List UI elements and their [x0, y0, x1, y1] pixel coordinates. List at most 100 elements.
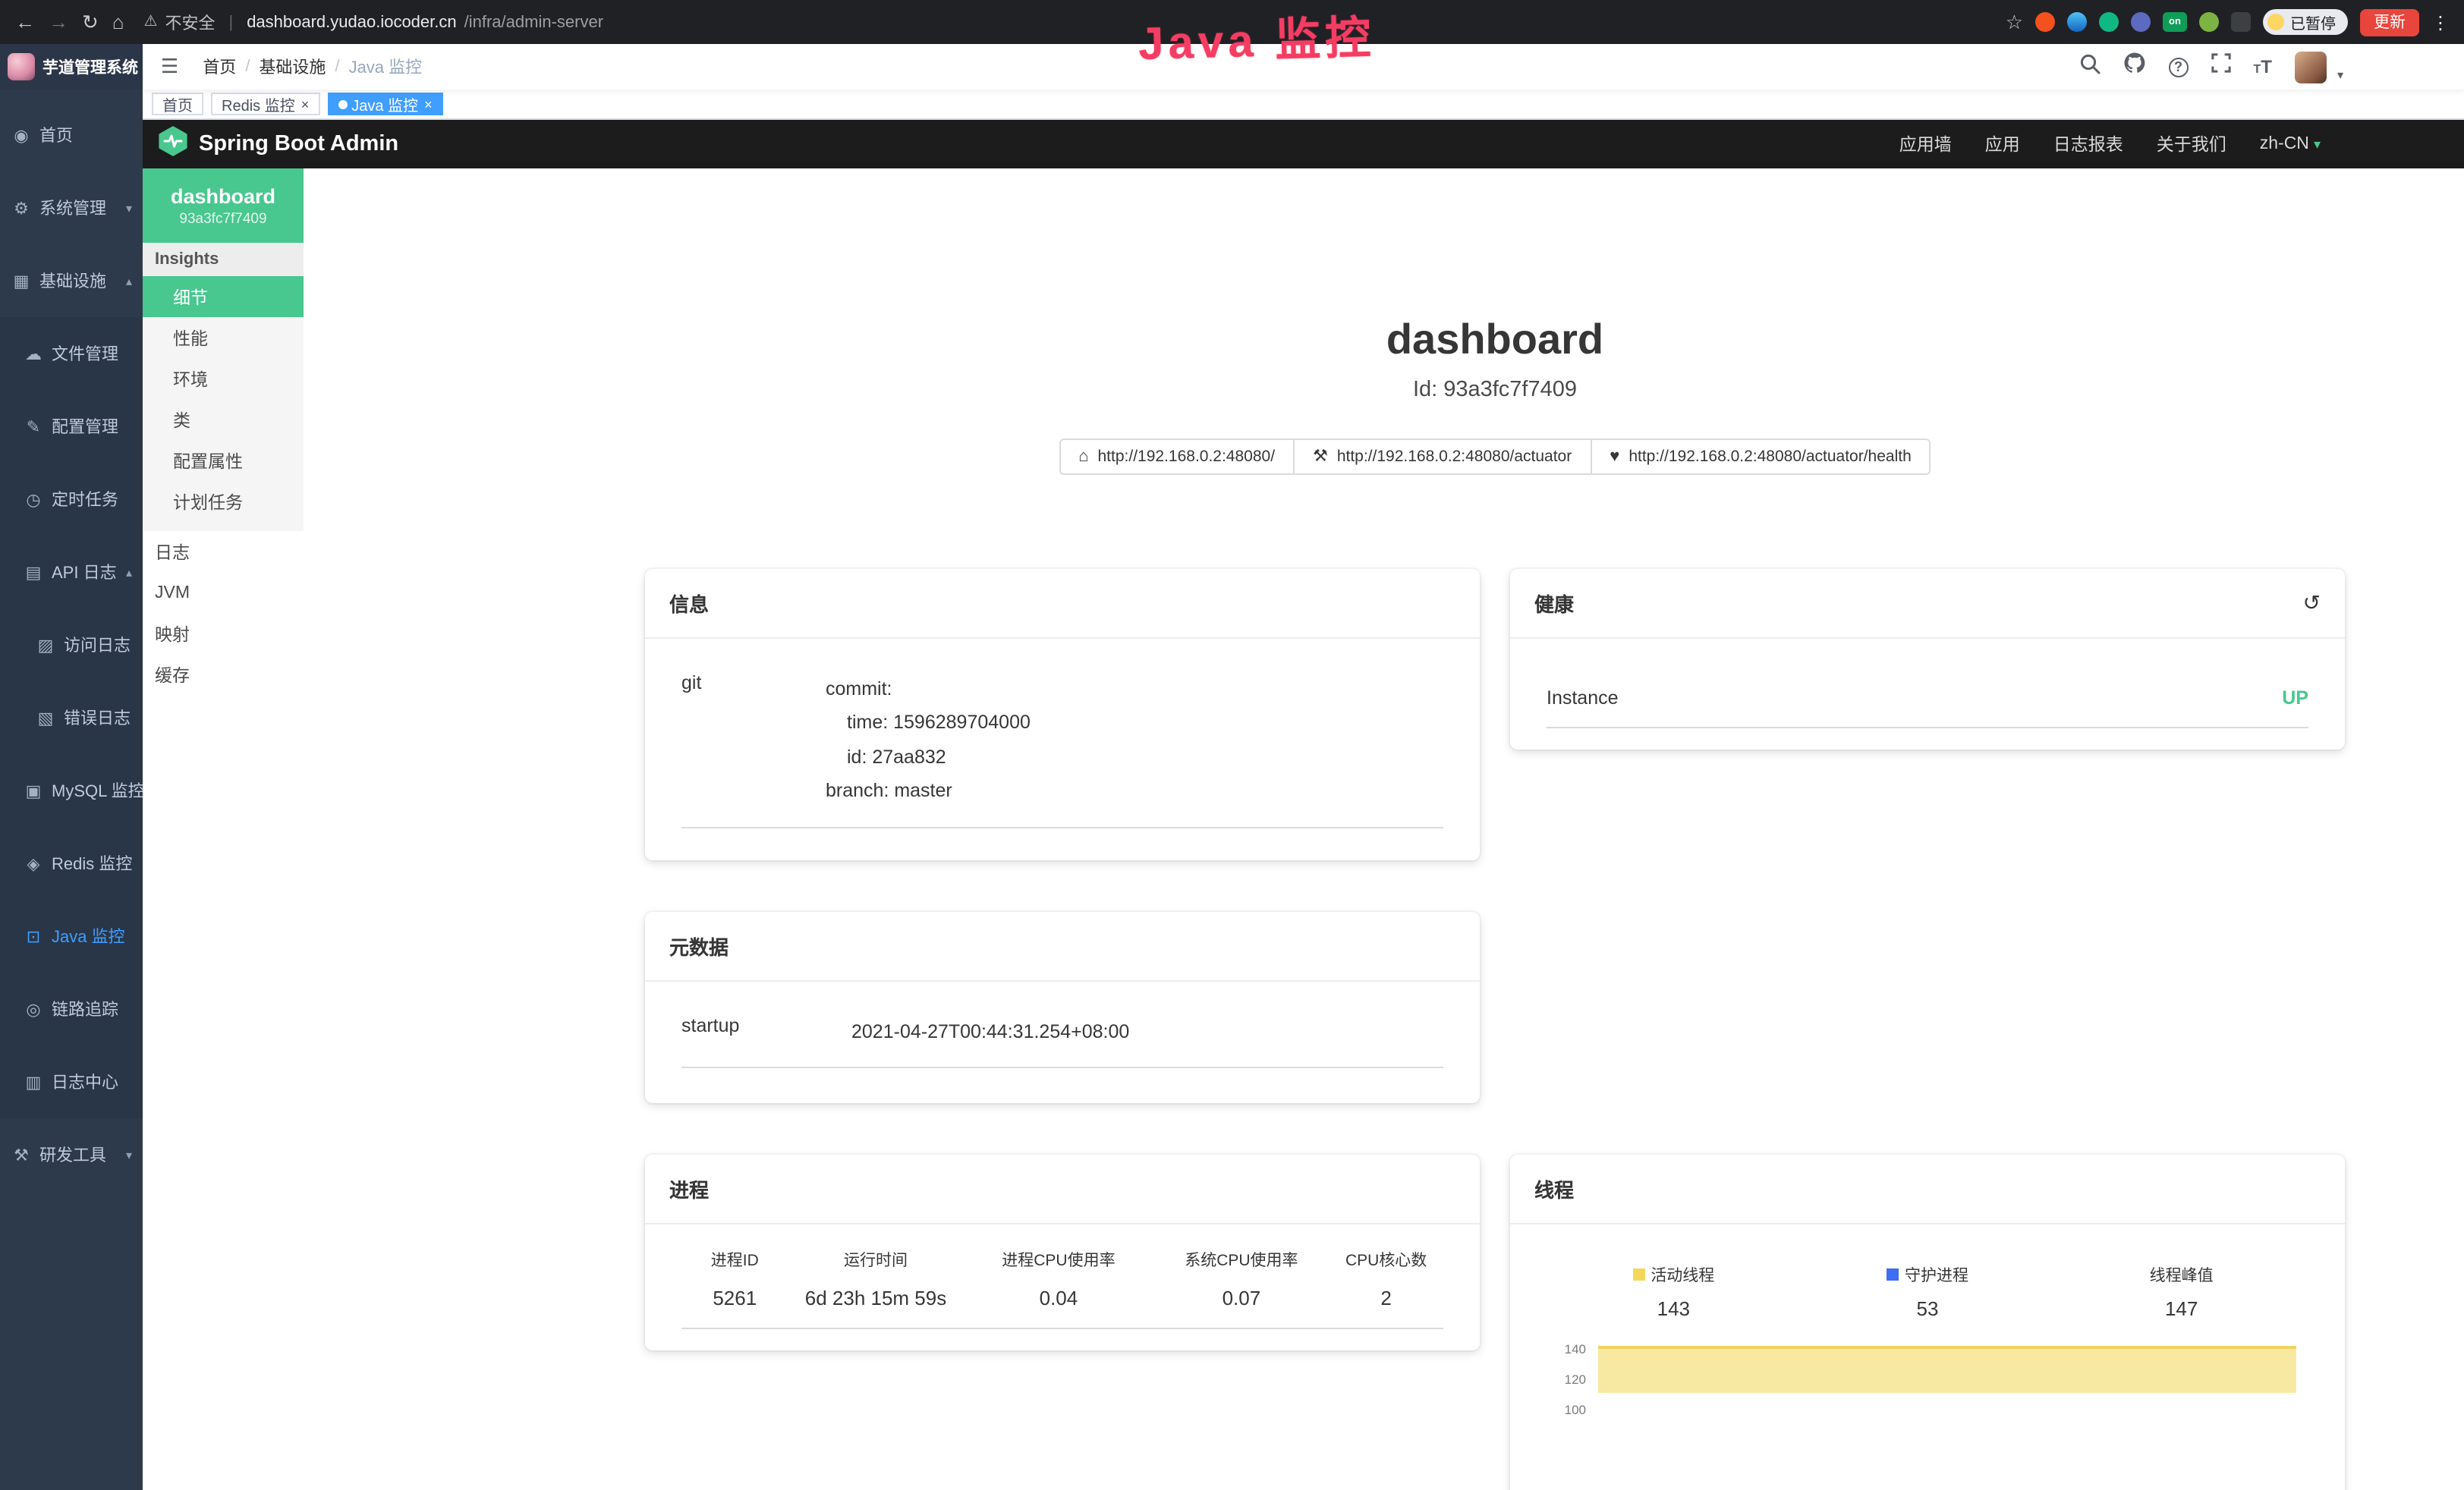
sidebar-item-system-mgmt[interactable]: ⚙系统管理▾ [0, 171, 143, 244]
sba-brand[interactable]: Spring Boot Admin [158, 126, 398, 162]
sba-locale-select[interactable]: zh-CN ▾ [2260, 135, 2321, 153]
sba-menu-caches[interactable]: 缓存 [143, 654, 304, 695]
hamburger-icon[interactable]: ☰ [155, 55, 184, 79]
sba-menu-classes[interactable]: 类 [143, 399, 304, 440]
search-icon[interactable] [2079, 52, 2101, 81]
sba-menu-config-props[interactable]: 配置属性 [143, 440, 304, 481]
health-url-button[interactable]: ♥ http://192.168.0.2:48080/actuator/heal… [1590, 438, 1931, 474]
annotation-java-monitor: Java 监控 [1138, 0, 1376, 73]
browser-menu-icon[interactable]: ⋮ [2431, 11, 2450, 33]
sba-menu-mappings[interactable]: 映射 [143, 613, 304, 654]
chart-ytick: 100 [1547, 1401, 1586, 1416]
sidebar-item-access-logs[interactable]: ▨访问日志 [0, 608, 143, 681]
legend-live-threads: 活动线程 143 [1547, 1263, 1801, 1319]
forward-icon[interactable]: → [49, 12, 68, 32]
sidebar-item-error-logs[interactable]: ▧ 错误日志 [0, 681, 143, 754]
legend-value: 147 [2165, 1297, 2198, 1319]
sidebar-item-home[interactable]: ◉首页 [0, 99, 143, 171]
bookmark-star-icon[interactable]: ☆ [2006, 12, 2023, 32]
tag-redis-monitor[interactable]: Redis 监控 × [211, 93, 319, 115]
sba-menu-details[interactable]: 细节 [143, 276, 304, 317]
tag-label: Java 监控 [351, 93, 418, 115]
sidebar-item-redis-monitor[interactable]: ◈Redis 监控 [0, 827, 143, 900]
fullscreen-icon[interactable] [2211, 53, 2231, 80]
sidebar-item-infrastructure[interactable]: ▦基础设施▴ [0, 244, 143, 317]
sba-nav-about[interactable]: 关于我们 [2157, 132, 2226, 156]
process-card: 进程 进程ID 运行时间 进程CPU使用率 系统CPU使用率 [645, 1154, 1480, 1350]
sidebar-item-devtools[interactable]: ⚒研发工具▾ [0, 1118, 143, 1191]
breadcrumb-infrastructure[interactable]: 基础设施 [259, 55, 326, 79]
update-button[interactable]: 更新 [2360, 8, 2419, 36]
actuator-url-button[interactable]: ⚒ http://192.168.0.2:48080/actuator [1293, 438, 1591, 474]
sba-menu-metrics[interactable]: 性能 [143, 317, 304, 358]
health-url: http://192.168.0.2:48080/actuator/health [1629, 447, 1911, 465]
sidebar-item-java-monitor[interactable]: ⊡Java 监控 [0, 900, 143, 973]
breadcrumb-home[interactable]: 首页 [203, 55, 236, 79]
avatar-caret-icon[interactable]: ▾ [2337, 68, 2343, 81]
sba-nav-wallboard[interactable]: 应用墙 [1899, 132, 1952, 156]
legend-swatch-yellow [1632, 1268, 1644, 1281]
text-size-icon[interactable]: TT [2254, 58, 2272, 76]
info-card-title: 信息 [645, 568, 1480, 638]
tag-label: 首页 [162, 93, 193, 115]
process-value-sys-cpu: 0.07 [1153, 1286, 1329, 1309]
extension-icon[interactable] [2099, 12, 2119, 32]
sidebar-item-label: 错误日志 [64, 706, 131, 730]
app-title: 芋道管理系统 [42, 55, 138, 78]
address-bar[interactable]: ⚠ 不安全 | dashboard.yudao.iocoder.cn/infra… [144, 10, 604, 34]
actuator-url: http://192.168.0.2:48080/actuator [1337, 447, 1572, 465]
sidebar-item-mysql-monitor[interactable]: ▣MySQL 监控 [0, 754, 143, 827]
error-log-icon: ▧ [36, 708, 55, 728]
sidebar-item-api-logs[interactable]: ▤API 日志▴ [0, 536, 143, 608]
sba-nav-journal[interactable]: 日志报表 [2053, 132, 2123, 156]
extension-icon[interactable] [2131, 12, 2151, 32]
git-id-line: id: 27aa832 [826, 740, 1443, 774]
threads-chart: 140 120 100 [1547, 1341, 2308, 1490]
close-icon[interactable]: × [301, 96, 310, 112]
sba-menu-jvm[interactable]: JVM [143, 572, 304, 613]
sba-frame: Spring Boot Admin 应用墙 应用 日志报表 关于我们 zh-CN… [143, 120, 2464, 1490]
sba-instance-id: 93a3fc7f7409 [179, 210, 266, 227]
breadcrumb-current: Java 监控 [349, 55, 423, 79]
github-icon[interactable] [2123, 52, 2146, 82]
sidebar-item-file-mgmt[interactable]: ☁文件管理 [0, 317, 143, 390]
back-icon[interactable]: ← [15, 12, 35, 32]
info-row-label: git [681, 671, 826, 808]
sba-menu-logs[interactable]: 日志 [143, 531, 304, 572]
active-dot [338, 99, 347, 108]
legend-value: 143 [1657, 1297, 1690, 1319]
sidebar-item-config-mgmt[interactable]: ✎配置管理 [0, 390, 143, 463]
app-logo[interactable]: 芋道管理系统 [0, 44, 143, 90]
security-label: 不安全 [165, 10, 215, 34]
address-divider: | [228, 13, 233, 31]
extension-icon[interactable] [2035, 12, 2055, 32]
browser-home-icon[interactable]: ⌂ [112, 12, 124, 32]
tag-home[interactable]: 首页 [152, 93, 203, 115]
user-avatar[interactable] [2295, 51, 2327, 83]
sidebar-item-label: Java 监控 [52, 924, 125, 948]
service-url-button[interactable]: ⌂ http://192.168.0.2:48080/ [1059, 438, 1295, 474]
sba-menu-environment[interactable]: 环境 [143, 358, 304, 399]
extension-icon[interactable] [2199, 12, 2219, 32]
sba-menu-scheduled-tasks[interactable]: 计划任务 [143, 481, 304, 522]
extension-puzzle-icon[interactable] [2231, 12, 2251, 32]
gear-icon: ⚙ [12, 198, 30, 218]
reload-icon[interactable]: ↻ [82, 12, 99, 32]
sidebar-item-label: Redis 监控 [52, 851, 132, 875]
tag-java-monitor[interactable]: Java 监控 × [327, 93, 442, 115]
history-icon[interactable]: ↺ [2303, 592, 2321, 613]
sidebar-item-label: 日志中心 [52, 1070, 118, 1094]
health-instance-row: Instance UP [1547, 668, 2308, 728]
sidebar-item-tracing[interactable]: ◎链路追踪 [0, 973, 143, 1045]
sba-body: dashboard 93a3fc7f7409 Insights 细节 性能 环境… [143, 168, 2464, 1490]
help-icon[interactable]: ? [2169, 57, 2189, 77]
close-icon[interactable]: × [424, 96, 433, 112]
metadata-card-title: 元数据 [645, 911, 1480, 981]
url-path: /infra/admin-server [464, 13, 603, 31]
sidebar-item-log-center[interactable]: ▥日志中心 [0, 1045, 143, 1118]
paused-badge[interactable]: 已暂停 [2263, 9, 2348, 35]
extension-on-badge-icon[interactable]: on [2163, 12, 2187, 32]
sba-nav-applications[interactable]: 应用 [1985, 132, 2020, 156]
extension-icon[interactable] [2067, 12, 2087, 32]
sidebar-item-scheduled-tasks[interactable]: ◷定时任务 [0, 463, 143, 536]
